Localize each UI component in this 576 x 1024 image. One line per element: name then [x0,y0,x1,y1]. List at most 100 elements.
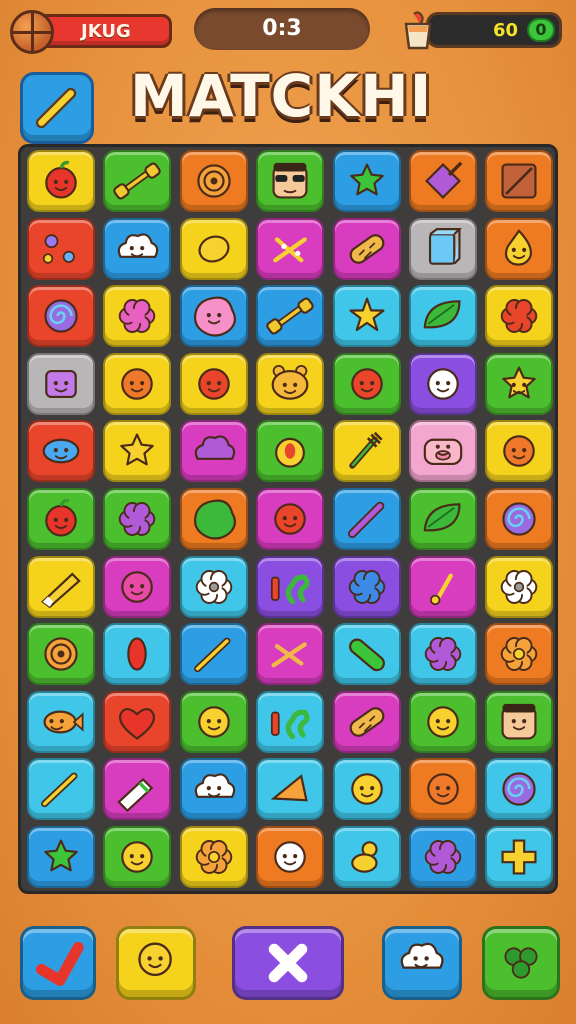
tile[interactable] [409,352,477,415]
tile[interactable] [103,150,172,212]
tile[interactable] [27,352,95,415]
tile[interactable] [485,623,554,686]
tile[interactable] [485,690,554,753]
tile[interactable] [179,758,248,821]
tile[interactable] [485,758,554,821]
tile[interactable] [27,285,95,348]
tile[interactable] [409,285,477,348]
tile[interactable] [332,826,401,888]
pink-face-icon [121,570,154,603]
tile[interactable] [179,555,248,618]
tile[interactable] [179,352,248,415]
fork-icon [348,432,383,470]
tile[interactable] [485,555,554,618]
tile[interactable] [256,285,325,348]
tile[interactable] [332,217,401,280]
tile[interactable] [485,352,554,415]
tile[interactable] [103,352,172,415]
tile[interactable] [179,217,248,280]
tile[interactable] [332,488,401,550]
tile[interactable] [485,150,554,212]
tile[interactable] [27,623,95,686]
tile[interactable] [409,826,477,888]
tile[interactable] [179,690,248,753]
tile[interactable] [485,826,554,888]
tile[interactable] [256,758,325,821]
red-face-icon [198,368,230,400]
tile[interactable] [179,623,248,686]
tile[interactable] [27,420,95,483]
tile[interactable] [27,150,95,212]
yellow-face-icon [350,773,383,806]
tile[interactable] [409,758,477,821]
tile[interactable] [103,285,172,348]
tile[interactable] [409,488,477,550]
drop-face-icon [505,228,533,266]
tile[interactable] [485,217,554,280]
tile[interactable] [485,420,554,483]
heart-icon [119,707,156,740]
tile[interactable] [409,420,477,483]
tile[interactable] [409,555,477,618]
tile[interactable] [179,285,248,348]
tile[interactable] [332,352,401,415]
tile[interactable] [332,285,401,348]
tile[interactable] [409,690,477,753]
score-badge[interactable]: 0 [527,18,555,42]
tile[interactable] [179,420,248,483]
tile[interactable] [409,623,477,686]
swirl-icon [502,772,537,807]
red-leaf-icon [127,637,148,671]
crayon-icon [41,572,81,608]
tile[interactable] [27,758,95,821]
tile[interactable] [103,758,172,821]
tile[interactable] [409,150,477,212]
tile[interactable] [103,690,172,753]
tile[interactable] [27,826,95,888]
white-face-icon [427,368,459,400]
tile[interactable] [256,420,325,483]
cloud-face-button[interactable] [382,926,462,1000]
tile[interactable] [256,488,325,550]
tile[interactable] [256,555,325,618]
tile[interactable] [179,488,248,550]
tile[interactable] [332,150,401,212]
tile[interactable] [256,217,325,280]
yellow-face-button[interactable] [116,926,196,1000]
tile[interactable] [256,623,325,686]
tile[interactable] [27,690,95,753]
tile[interactable] [332,623,401,686]
tile[interactable] [256,352,325,415]
tile[interactable] [179,826,248,888]
timer-label: 0:3 [262,16,302,41]
tile[interactable] [332,690,401,753]
tile[interactable] [103,555,172,618]
timer-display: 0:3 [194,8,370,50]
tile[interactable] [485,285,554,348]
tile[interactable] [409,217,477,280]
green-pill-icon [348,638,385,672]
tile[interactable] [179,150,248,212]
tile[interactable] [103,826,172,888]
tile[interactable] [103,217,172,280]
tile[interactable] [256,826,325,888]
tile[interactable] [485,488,554,550]
cup-icon [404,11,432,50]
heart-check-button[interactable] [20,926,96,1000]
tile[interactable] [332,420,401,483]
magic-wand-button[interactable] [20,72,94,144]
tile[interactable] [27,488,95,550]
clover-button[interactable] [482,926,560,1000]
tile[interactable] [103,623,172,686]
tile[interactable] [332,555,401,618]
tile[interactable] [332,758,401,821]
tile[interactable] [27,217,95,280]
close-button[interactable] [232,926,344,1000]
orange-face-icon [427,773,459,806]
tile[interactable] [103,420,172,483]
player-badge[interactable]: JKUG [10,10,172,54]
tile[interactable] [27,555,95,618]
tile[interactable] [103,488,172,550]
tile[interactable] [256,150,325,212]
tile[interactable] [256,690,325,753]
